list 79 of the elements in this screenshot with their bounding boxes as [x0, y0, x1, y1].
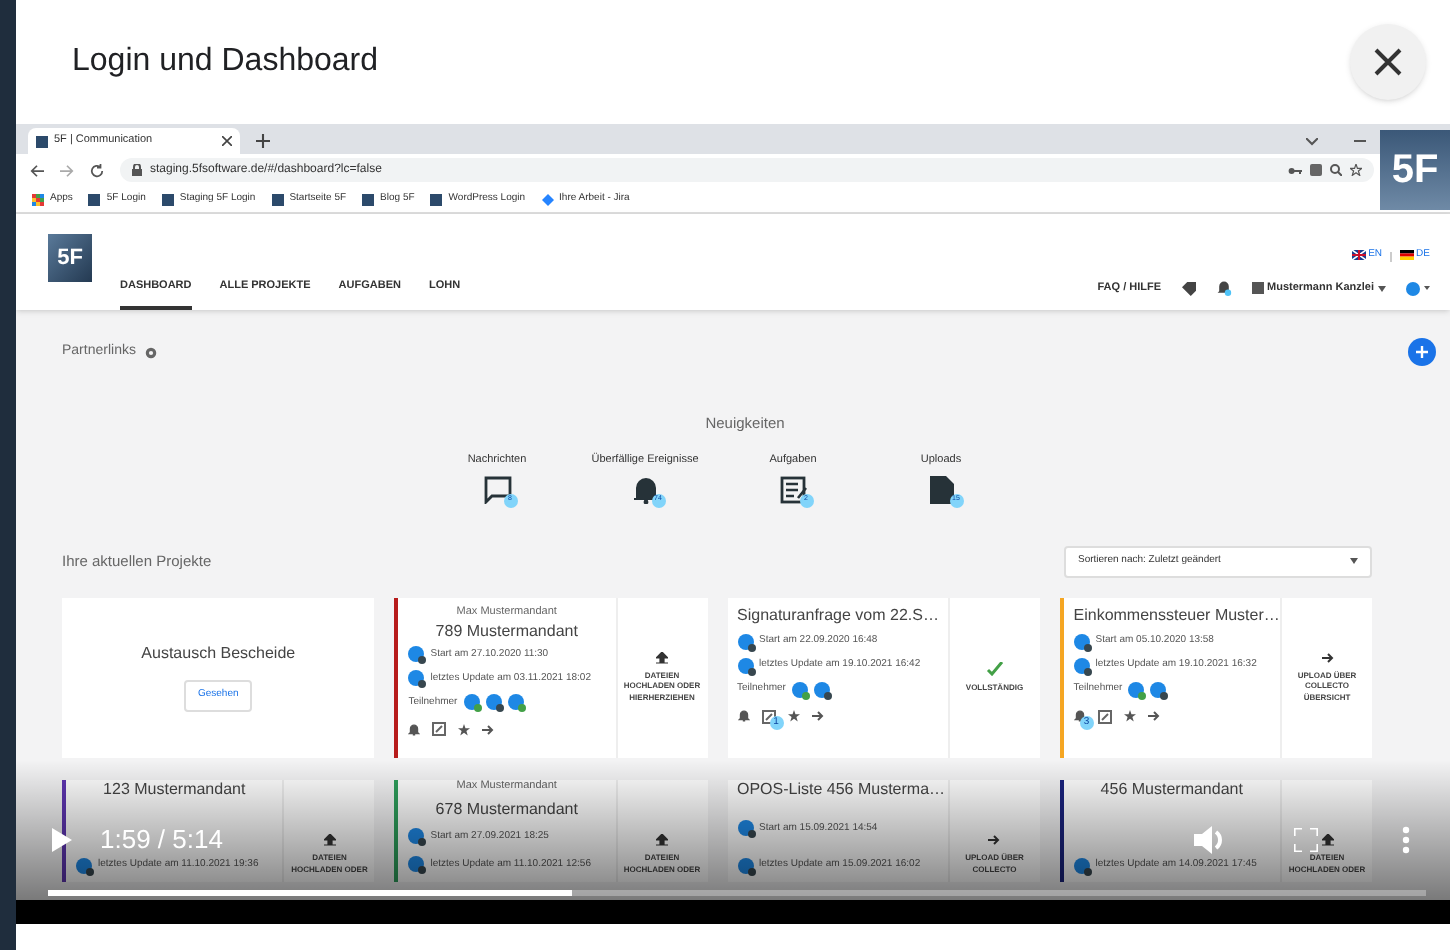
settings-icon[interactable]	[143, 345, 158, 359]
avatar-icon	[737, 657, 755, 675]
checklist-icon[interactable]	[779, 475, 807, 503]
card-title: 456 Mustermandant	[1098, 781, 1245, 797]
avatar-icon	[737, 857, 755, 875]
star-icon[interactable]	[787, 710, 799, 722]
arrow-icon	[988, 834, 1001, 847]
close-icon	[1372, 46, 1404, 78]
star-icon[interactable]	[458, 723, 471, 735]
zoom-icon[interactable]	[1330, 164, 1342, 176]
edit-icon[interactable]	[1097, 709, 1112, 723]
avatar-icon	[1073, 657, 1092, 675]
card-title: Signaturanfrage vom 22.S…	[737, 607, 938, 623]
plus-icon	[1416, 346, 1428, 358]
close-button[interactable]	[1350, 24, 1426, 100]
avatar-icon	[737, 633, 755, 651]
upload-icon	[1321, 834, 1333, 847]
favicon-icon	[36, 135, 48, 147]
upload-icon	[656, 651, 668, 664]
bell-icon[interactable]	[631, 475, 659, 503]
tag-icon[interactable]	[1181, 281, 1196, 295]
avatar-icon	[1073, 633, 1092, 651]
bell-icon[interactable]	[1215, 280, 1232, 296]
avatar-icon	[408, 856, 427, 875]
avatar-icon	[408, 646, 427, 664]
close-icon	[222, 136, 232, 146]
card-title: 678 Mustermandant	[433, 802, 580, 819]
favicon-icon	[161, 193, 174, 205]
flag-icon	[1352, 249, 1367, 260]
back-icon[interactable]	[30, 163, 44, 177]
star-icon[interactable]	[1123, 710, 1136, 722]
upload-icon	[323, 834, 336, 847]
translate-icon[interactable]	[1310, 164, 1322, 176]
progress-track[interactable]	[48, 890, 1426, 896]
card-title: OPOS-Liste 456 Musterma…	[737, 781, 938, 797]
favicon-icon	[362, 193, 375, 205]
card-title: 789 Mustermandant	[433, 624, 580, 640]
favicon-icon	[271, 193, 284, 205]
avatar-icon	[737, 820, 755, 838]
more-icon[interactable]	[1402, 825, 1410, 854]
avatar-icon	[408, 828, 427, 847]
bell-icon[interactable]	[408, 723, 421, 735]
bell-icon[interactable]	[737, 710, 749, 722]
arrow-icon	[1321, 651, 1333, 664]
caret-icon	[1378, 285, 1386, 291]
upload-icon	[656, 834, 668, 847]
avatar-icon	[76, 857, 94, 875]
time-display: 1:59 / 5:14	[100, 822, 223, 858]
document-icon[interactable]	[929, 475, 953, 503]
reload-icon[interactable]	[90, 163, 104, 177]
card-title: Austausch Bescheide	[141, 642, 296, 667]
avatar-icon	[1073, 857, 1092, 875]
chat-icon[interactable]	[483, 475, 511, 503]
arrow-icon[interactable]	[482, 723, 495, 735]
avatar-icon	[408, 670, 427, 688]
new-tab-icon[interactable]	[256, 134, 270, 148]
favicon-icon	[88, 193, 101, 205]
chevron-icon[interactable]	[1306, 138, 1318, 146]
diamond-icon	[541, 193, 554, 205]
flag-icon	[1400, 249, 1415, 260]
edit-icon[interactable]	[432, 722, 447, 736]
favicon-icon	[430, 193, 443, 205]
building-icon	[1251, 282, 1264, 294]
add-button[interactable]	[1408, 338, 1436, 366]
watermark-logo: 5F	[1380, 130, 1450, 210]
card-title: 123 Mustermandant	[101, 781, 248, 797]
apps-icon	[32, 193, 44, 205]
play-icon[interactable]	[52, 827, 72, 852]
arrow-icon[interactable]	[811, 710, 823, 722]
dialog-title: Login und Dashboard	[72, 42, 379, 82]
check-icon	[985, 661, 1004, 676]
key-icon[interactable]	[1288, 165, 1302, 175]
edit-icon[interactable]	[761, 709, 775, 723]
avatar-icon[interactable]	[1406, 281, 1430, 295]
caret-icon	[1350, 558, 1358, 564]
star-icon[interactable]	[1350, 164, 1362, 176]
logo: 5F	[48, 234, 92, 282]
arrow-icon[interactable]	[1147, 710, 1160, 722]
lock-icon	[132, 164, 142, 176]
